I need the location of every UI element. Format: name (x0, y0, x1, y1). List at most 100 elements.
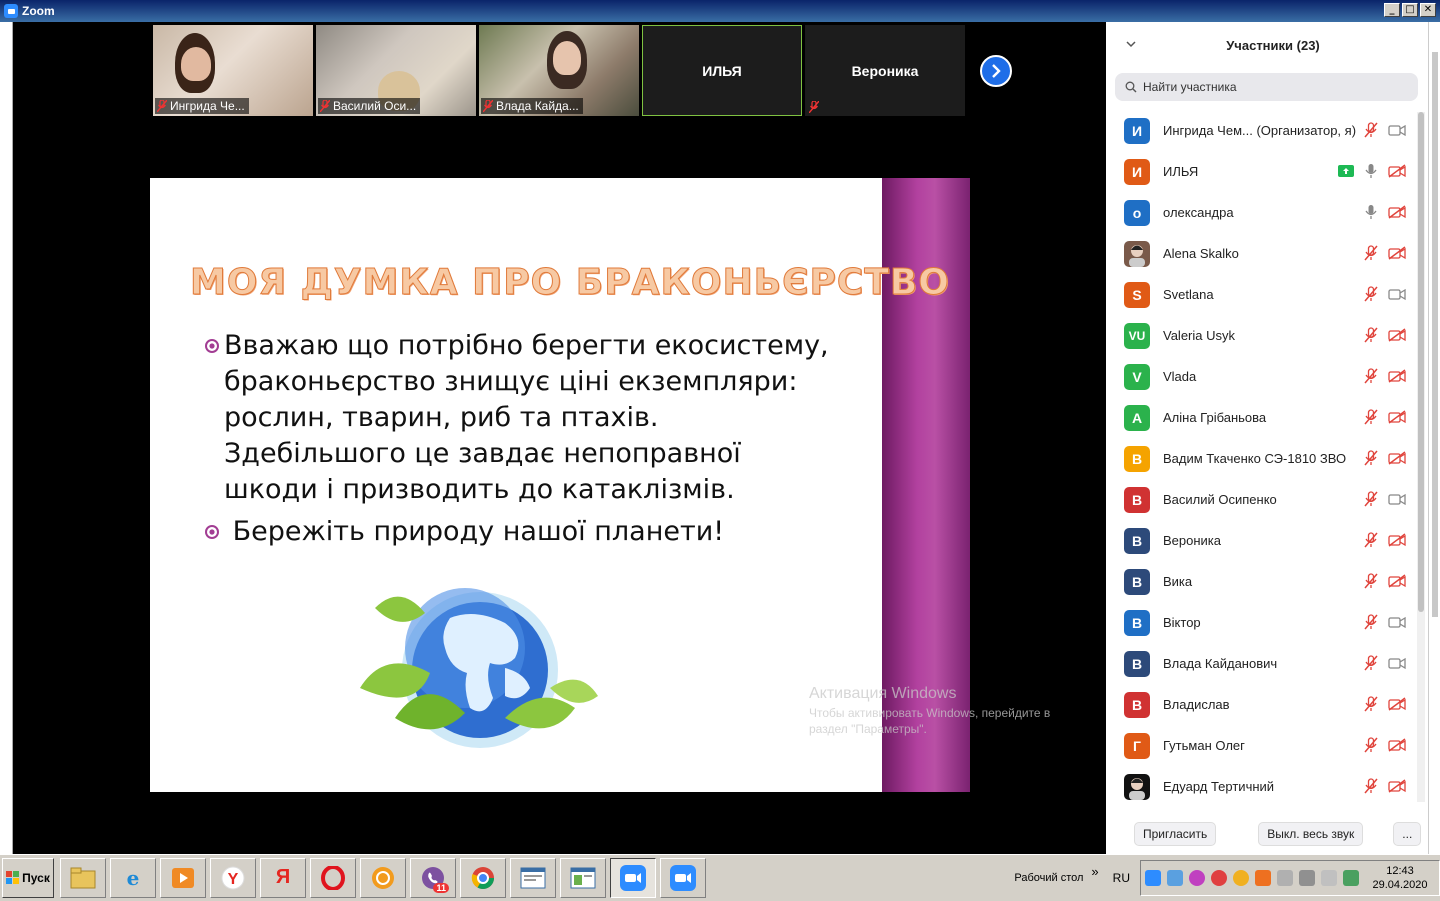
mic-muted-icon (809, 101, 819, 113)
participant-row[interactable]: Г Гутьман Олег (1106, 725, 1416, 766)
video-tile[interactable]: Вероника (805, 25, 965, 116)
video-off-icon (1388, 779, 1406, 793)
antivirus-tray-icon[interactable] (1255, 870, 1271, 886)
participants-panel: Участники (23) Найти участника И Ингрида … (1106, 22, 1440, 854)
zoom-taskbar-icon[interactable] (660, 857, 706, 898)
participant-name: Valeria Usyk (1163, 328, 1236, 343)
participant-name: Віктор (1163, 615, 1201, 630)
mic-muted-icon (1364, 491, 1378, 507)
chevron-down-icon[interactable] (1126, 40, 1136, 48)
mic-muted-icon (1364, 778, 1378, 794)
next-page-button[interactable] (980, 55, 1012, 87)
volume-icon[interactable] (1277, 870, 1293, 886)
participant-row[interactable]: S Svetlana (1106, 274, 1416, 315)
window-titlebar: Zoom _ □ ✕ (0, 0, 1440, 22)
globe-leaves-image (355, 578, 600, 753)
participant-name: Вероника (1163, 533, 1222, 548)
yandex-tray-icon[interactable] (1233, 870, 1249, 886)
participant-avatar: V (1124, 363, 1150, 390)
internet-explorer-icon[interactable]: e (110, 857, 156, 898)
participant-row[interactable]: В Влада Кайданович (1106, 643, 1416, 684)
participant-avatar: о (1124, 199, 1150, 226)
mic-muted-icon (1364, 696, 1378, 712)
participant-row[interactable]: В Вероника (1106, 520, 1416, 561)
participant-row[interactable]: В Вадим Ткаченко СЭ-1810 ЗВО (1106, 438, 1416, 479)
participant-status (1364, 614, 1406, 630)
participant-avatar: В (1124, 527, 1150, 554)
sync-tray-icon[interactable] (1211, 870, 1227, 886)
window-scrollbar[interactable] (1428, 22, 1440, 854)
participant-avatar: И (1124, 117, 1150, 144)
cloud-tray-icon[interactable] (1167, 870, 1183, 886)
drive-tray-icon[interactable] (1343, 870, 1359, 886)
app-tray-icon[interactable] (1189, 870, 1205, 886)
yandex-browser-icon[interactable]: Y (210, 857, 256, 898)
video-tile[interactable]: Ингрида Че... (153, 25, 313, 116)
viber-icon[interactable]: 11 (410, 857, 456, 898)
flag-icon[interactable] (1321, 870, 1337, 886)
mute-all-button[interactable]: Выкл. весь звук (1258, 822, 1364, 846)
window-app-icon[interactable] (560, 857, 606, 898)
participant-row[interactable]: V Vlada (1106, 356, 1416, 397)
opera-icon[interactable] (310, 857, 356, 898)
mic-muted-icon (1364, 122, 1378, 138)
participant-avatar: В (1124, 609, 1150, 636)
participant-avatar: И (1124, 158, 1150, 185)
participant-list-scrollbar[interactable] (1417, 112, 1425, 802)
participant-row[interactable]: VU Valeria Usyk (1106, 315, 1416, 356)
close-button[interactable]: ✕ (1420, 3, 1436, 17)
network-icon[interactable] (1299, 870, 1315, 886)
window-app-icon[interactable] (510, 857, 556, 898)
file-explorer-icon[interactable] (60, 857, 106, 898)
participant-row[interactable]: В Василий Осипенко (1106, 479, 1416, 520)
video-off-icon (1388, 205, 1406, 219)
participant-row[interactable]: А Аліна Грібаньова (1106, 397, 1416, 438)
zoom-app-icon (4, 4, 18, 18)
more-options-button[interactable]: ... (1393, 822, 1422, 846)
video-off-icon (1388, 410, 1406, 424)
participant-row[interactable]: И ИЛЬЯ (1106, 151, 1416, 192)
windows-activation-watermark: Активация Windows Чтобы активировать Win… (809, 685, 1051, 736)
video-tile[interactable]: Влада Кайда... (479, 25, 639, 116)
video-tile-active-speaker[interactable]: ИЛЬЯ (642, 25, 802, 116)
video-off-icon (1388, 369, 1406, 383)
viber-badge: 11 (433, 882, 449, 893)
mic-icon (1365, 164, 1377, 178)
participant-search-input[interactable]: Найти участника (1115, 73, 1418, 101)
zoom-tray-icon[interactable] (1145, 870, 1161, 886)
desktop-toolbar-label[interactable]: Рабочий стол (1014, 872, 1083, 884)
participant-avatar: В (1124, 691, 1150, 718)
yandex-icon[interactable]: Я (260, 857, 306, 898)
mic-muted-icon (1364, 409, 1378, 425)
chrome-icon[interactable] (460, 857, 506, 898)
minimize-button[interactable]: _ (1384, 3, 1400, 17)
system-clock[interactable]: 12:43 29.04.2020 (1365, 864, 1435, 892)
video-tile[interactable]: Василий Оси... (316, 25, 476, 116)
tile-label: Ингрида Че... (155, 98, 249, 114)
participant-row[interactable]: Alena Skalko (1106, 233, 1416, 274)
participant-status (1338, 163, 1406, 179)
tile-label: Василий Оси... (318, 98, 421, 114)
settings-app-icon[interactable] (360, 857, 406, 898)
participant-row[interactable]: И Ингрида Чем... (Организатор, я) (1106, 110, 1416, 151)
start-button[interactable]: Пуск (2, 857, 54, 898)
slide-bullets: Вважаю що потрібно берегти екосистему, б… (200, 328, 840, 556)
language-indicator[interactable]: RU (1113, 871, 1130, 885)
maximize-button[interactable]: □ (1402, 3, 1418, 17)
participant-row[interactable]: В Віктор (1106, 602, 1416, 643)
participant-row[interactable]: Едуард Тертичний (1106, 766, 1416, 807)
video-icon (1388, 657, 1406, 670)
invite-button[interactable]: Пригласить (1134, 822, 1217, 846)
participant-avatar (1124, 240, 1150, 267)
media-player-icon[interactable] (160, 857, 206, 898)
participant-row[interactable]: В Владислав (1106, 684, 1416, 725)
windows-logo-icon (6, 870, 20, 884)
participant-name: Вадим Ткаченко СЭ-1810 ЗВО (1163, 451, 1347, 466)
participant-row[interactable]: о олександра (1106, 192, 1416, 233)
participant-name: Василий Осипенко (1163, 492, 1277, 507)
zoom-taskbar-icon[interactable] (610, 857, 656, 898)
participant-avatar: В (1124, 650, 1150, 677)
toolbar-chevron[interactable]: » (1091, 864, 1098, 879)
windows-taskbar: Пуск e Y Я 11 Рабочий стол » RU 12:43 29… (0, 854, 1440, 900)
participant-row[interactable]: В Вика (1106, 561, 1416, 602)
